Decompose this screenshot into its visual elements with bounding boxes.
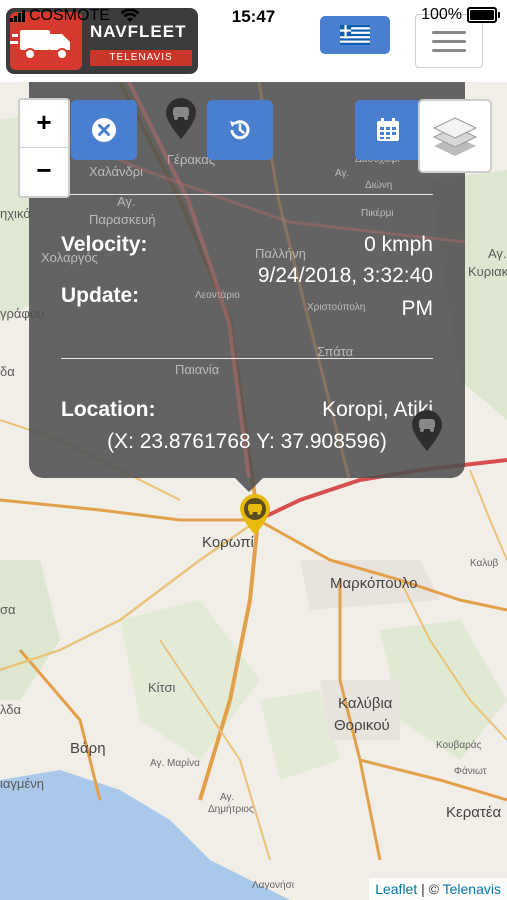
history-button[interactable] — [207, 100, 273, 160]
coordinates: (X: 23.8761768 Y: 37.908596) — [107, 430, 387, 453]
attribution-separator: | © — [417, 881, 443, 897]
calendar-icon — [377, 118, 399, 141]
status-bar: COSMOTE 15:47 100% — [0, 0, 507, 30]
label-vari: Βάρη — [70, 740, 106, 757]
update-value-line2: PM — [401, 297, 434, 320]
label-ag-right: Αγ. — [488, 246, 507, 261]
close-circle-icon — [92, 118, 116, 142]
velocity-label: Velocity: — [61, 233, 148, 256]
vehicle-marker-dark-east[interactable] — [410, 410, 444, 452]
layers-button[interactable] — [418, 99, 492, 173]
velocity-value: 0 kmph — [364, 233, 433, 256]
label-sa: σα — [0, 602, 16, 617]
vehicle-marker-dark-gerakas[interactable] — [164, 98, 198, 140]
label-lagonisi: Λαγονήσι — [252, 880, 294, 891]
label-ilioupoli: ιαγμένη — [0, 776, 44, 791]
label-kaloudi: Καλυβ — [470, 558, 499, 569]
telenavis-link[interactable]: Telenavis — [443, 881, 501, 897]
popup-divider-bottom — [61, 358, 433, 359]
zoom-in-button[interactable]: + — [20, 100, 68, 148]
label-koropi: Κορωπί — [202, 534, 254, 551]
label-kyriaki: Κυριακή — [468, 264, 507, 279]
label-da: δα — [0, 364, 15, 379]
popup-tip — [235, 478, 263, 492]
calendar-button[interactable] — [355, 100, 421, 160]
zoom-control: + − — [18, 98, 70, 198]
layers-icon — [432, 117, 478, 156]
label-ag-dimitrios-2: Δημήτριος — [208, 804, 254, 815]
logo-sub: TELENAVIS — [90, 50, 192, 66]
vehicle-info-popup: Χαλάνδρι Γέρακας Αγ. Παρασκευή Χολαργός … — [29, 82, 465, 492]
popup-divider-top — [61, 194, 433, 195]
hamburger-icon — [432, 31, 466, 34]
battery-icon — [467, 7, 500, 23]
map-attribution: Leaflet | © Telenavis — [369, 878, 507, 900]
label-ag-marina: Αγ. Μαρίνα — [150, 758, 200, 769]
label-keratea: Κερατέα — [446, 804, 502, 821]
label-kouvaras: Κουβαράς — [436, 740, 482, 751]
label-fanari: Φάνιωτ — [454, 766, 487, 777]
label-lda: λδα — [0, 702, 22, 717]
leaflet-link[interactable]: Leaflet — [375, 881, 417, 897]
close-tracking-button[interactable] — [71, 100, 137, 160]
history-icon — [230, 120, 250, 140]
label-kitsi: Κίτσι — [148, 680, 176, 695]
label-markopoulo: Μαρκόπουλο — [330, 575, 418, 592]
label-ag-dimitrios-1: Αγ. — [220, 792, 235, 803]
label-ichiko: ηχικό — [0, 206, 31, 221]
location-label: Location: — [61, 398, 156, 421]
vehicle-marker-selected[interactable] — [238, 494, 272, 536]
zoom-out-button[interactable]: − — [20, 148, 68, 195]
label-kalyvia: Καλύβια — [338, 695, 393, 712]
update-label: Update: — [61, 284, 140, 307]
update-value-line1: 9/24/2018, 3:32:40 — [257, 264, 433, 287]
label-thorikou: Θορικού — [334, 717, 390, 734]
battery-percent: 100% — [421, 6, 462, 23]
